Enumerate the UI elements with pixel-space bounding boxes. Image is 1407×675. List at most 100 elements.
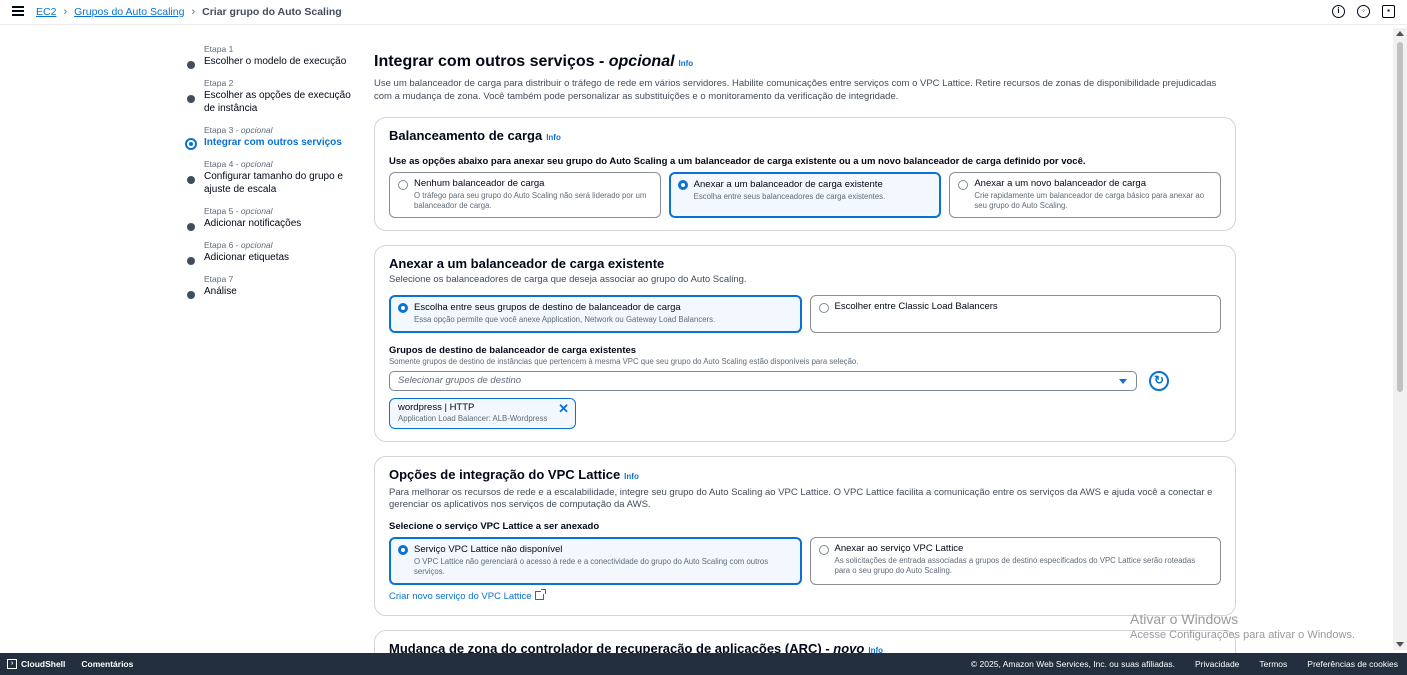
radio-button[interactable] bbox=[398, 180, 408, 190]
page-title-optional: opcional bbox=[608, 53, 675, 70]
link-text: Criar novo serviço do VPC Lattice bbox=[389, 591, 532, 602]
vpc-lattice-unavailable-option[interactable]: Serviço VPC Lattice não disponível O VPC… bbox=[389, 537, 802, 585]
new-load-balancer-option[interactable]: Anexar a um novo balanceador de carga Cr… bbox=[949, 172, 1222, 218]
cloudshell-label: CloudShell bbox=[21, 659, 66, 669]
selected-target-group-token: wordpress | HTTP Application Load Balanc… bbox=[389, 398, 576, 429]
step-6[interactable]: Etapa 6 - opcional Adicionar etiquetas bbox=[186, 240, 356, 265]
step-number: Etapa 6 - bbox=[204, 240, 239, 250]
breadcrumb-ec2-link[interactable]: EC2 bbox=[36, 6, 56, 18]
info-link[interactable]: Info bbox=[624, 472, 639, 481]
radio-button[interactable] bbox=[818, 545, 829, 555]
step-number: Etapa 5 - bbox=[204, 206, 239, 216]
step-title[interactable]: Adicionar etiquetas bbox=[204, 251, 356, 264]
step-title[interactable]: Escolher as opções de execução de instân… bbox=[204, 89, 356, 115]
windows-activation-watermark: Ativar o Windows Acesse Configurações pa… bbox=[1130, 611, 1355, 643]
radio-button-selected[interactable] bbox=[398, 545, 408, 555]
step-label: Etapa 4 - opcional bbox=[204, 159, 356, 170]
feedback-link[interactable]: Comentários bbox=[81, 659, 133, 669]
info-icon[interactable]: i bbox=[1332, 5, 1345, 18]
load-balancing-panel: Balanceamento de carga Info Use as opções… bbox=[374, 117, 1236, 231]
menu-icon[interactable] bbox=[12, 6, 24, 18]
privacy-link[interactable]: Privacidade bbox=[1195, 659, 1239, 669]
page-title: Integrar com outros serviços - opcional I… bbox=[374, 52, 1236, 74]
panel-title: Anexar a um balanceador de carga existen… bbox=[389, 256, 665, 271]
settings-icon[interactable]: ◦ bbox=[1357, 5, 1370, 18]
target-groups-option[interactable]: Escolha entre seus grupos de destino de … bbox=[389, 295, 802, 333]
wizard-steps: Etapa 1 Escolher o modelo de execução Et… bbox=[185, 44, 356, 308]
scroll-down-icon[interactable] bbox=[1396, 642, 1404, 647]
scroll-up-icon[interactable] bbox=[1396, 31, 1404, 36]
existing-load-balancer-panel: Anexar a um balanceador de carga existen… bbox=[374, 245, 1236, 442]
step-optional: opcional bbox=[240, 240, 273, 250]
terminal-icon: › bbox=[7, 659, 17, 669]
step-3[interactable]: Etapa 3 - opcional Integrar com outros s… bbox=[185, 125, 356, 150]
breadcrumb-auto-scaling-groups-link[interactable]: Grupos do Auto Scaling bbox=[74, 6, 184, 18]
option-description: Escolha entre seus balanceadores de carg… bbox=[693, 192, 886, 201]
caret-down-icon bbox=[1119, 379, 1127, 384]
cookie-preferences-link[interactable]: Preferências de cookies bbox=[1307, 659, 1398, 669]
remove-token-icon[interactable]: ✕ bbox=[558, 401, 569, 417]
panel-title: Opções de integração do VPC Lattice Info bbox=[389, 467, 1221, 485]
step-number: Etapa 7 bbox=[204, 274, 234, 284]
step-1[interactable]: Etapa 1 Escolher o modelo de execução bbox=[186, 44, 356, 69]
terms-link[interactable]: Termos bbox=[1259, 659, 1287, 669]
step-optional: opcional bbox=[240, 125, 273, 135]
target-groups-label: Grupos de destino de balanceador de carg… bbox=[389, 345, 637, 356]
attach-vpc-lattice-option[interactable]: Anexar ao serviço VPC Lattice As solicit… bbox=[809, 537, 1221, 585]
console-footer: › CloudShell Comentários © 2025, Amazon … bbox=[0, 653, 1407, 675]
target-groups-select[interactable]: Selecionar grupos de destino bbox=[389, 371, 1137, 391]
step-optional: opcional bbox=[240, 159, 273, 169]
token-title: wordpress | HTTP bbox=[398, 402, 475, 413]
radio-button-selected[interactable] bbox=[677, 180, 688, 190]
breadcrumb-current: Criar grupo do Auto Scaling bbox=[202, 6, 342, 18]
header-tools: i ◦ ▪ bbox=[1332, 5, 1395, 18]
radio-button-selected[interactable] bbox=[398, 303, 408, 313]
step-dot-icon bbox=[187, 257, 195, 265]
vpc-lattice-label: Selecione o serviço VPC Lattice a ser an… bbox=[389, 521, 600, 532]
step-dot-icon bbox=[187, 223, 195, 231]
step-title[interactable]: Configurar tamanho do grupo e ajuste de … bbox=[204, 170, 356, 196]
main-content: Integrar com outros serviços - opcional I… bbox=[374, 52, 1236, 670]
no-load-balancer-option[interactable]: Nenhum balanceador de carga O tráfego pa… bbox=[389, 172, 661, 218]
refresh-icon[interactable]: ↻ bbox=[1149, 371, 1169, 391]
classic-load-balancers-option[interactable]: Escolher entre Classic Load Balancers bbox=[809, 295, 1221, 333]
watermark-line-1: Ativar o Windows bbox=[1130, 611, 1239, 627]
option-title: Nenhum balanceador de carga bbox=[414, 178, 545, 189]
step-title[interactable]: Adicionar notificações bbox=[204, 217, 356, 230]
info-link[interactable]: Info bbox=[679, 59, 694, 68]
scrollbar-thumb[interactable] bbox=[1397, 42, 1403, 392]
step-7[interactable]: Etapa 7 Análise bbox=[186, 274, 356, 299]
step-4[interactable]: Etapa 4 - opcional Configurar tamanho do… bbox=[186, 159, 356, 196]
option-title: Anexar ao serviço VPC Lattice bbox=[834, 543, 964, 554]
step-label: Etapa 3 - opcional bbox=[204, 125, 356, 136]
step-title[interactable]: Escolher o modelo de execução bbox=[204, 55, 356, 68]
step-label: Etapa 1 bbox=[204, 44, 356, 55]
step-number: Etapa 1 bbox=[204, 44, 234, 54]
existing-load-balancer-option[interactable]: Anexar a um balanceador de carga existen… bbox=[668, 172, 942, 218]
step-title[interactable]: Análise bbox=[204, 285, 356, 298]
lb-options-label: Use as opções abaixo para anexar seu gru… bbox=[389, 156, 1086, 167]
create-vpc-lattice-service-link[interactable]: Criar novo serviço do VPC Lattice bbox=[389, 589, 1221, 603]
info-link[interactable]: Info bbox=[546, 133, 561, 142]
step-title[interactable]: Integrar com outros serviços bbox=[204, 136, 356, 149]
panel-title-text: Opções de integração do VPC Lattice bbox=[389, 467, 621, 482]
vertical-scrollbar[interactable] bbox=[1393, 28, 1407, 650]
cloudshell-button[interactable]: › CloudShell bbox=[7, 659, 65, 669]
lb-type-options: Escolha entre seus grupos de destino de … bbox=[389, 295, 1221, 333]
step-number: Etapa 2 bbox=[204, 78, 234, 88]
step-number: Etapa 4 - bbox=[204, 159, 239, 169]
option-description: As solicitações de entrada associadas a … bbox=[834, 556, 1196, 575]
breadcrumb: EC2 › Grupos do Auto Scaling › Criar gru… bbox=[36, 6, 342, 18]
top-navigation-bar: EC2 › Grupos do Auto Scaling › Criar gru… bbox=[0, 0, 1407, 25]
target-groups-select-row: Selecionar grupos de destino ↻ bbox=[389, 371, 1221, 391]
footer-links: © 2025, Amazon Web Services, Inc. ou sua… bbox=[971, 659, 1398, 669]
copyright-text: © 2025, Amazon Web Services, Inc. ou sua… bbox=[970, 659, 1175, 669]
feedback-icon[interactable]: ▪ bbox=[1382, 5, 1395, 18]
vpc-lattice-panel: Opções de integração do VPC Lattice Info … bbox=[374, 456, 1236, 616]
radio-button[interactable] bbox=[958, 180, 969, 190]
step-2[interactable]: Etapa 2 Escolher as opções de execução d… bbox=[186, 78, 356, 115]
radio-button[interactable] bbox=[818, 303, 829, 313]
step-5[interactable]: Etapa 5 - opcional Adicionar notificaçõe… bbox=[186, 206, 356, 231]
option-description: O tráfego para seu grupo do Auto Scaling… bbox=[414, 191, 647, 210]
watermark-line-2: Acesse Configurações para ativar o Windo… bbox=[1130, 629, 1355, 641]
